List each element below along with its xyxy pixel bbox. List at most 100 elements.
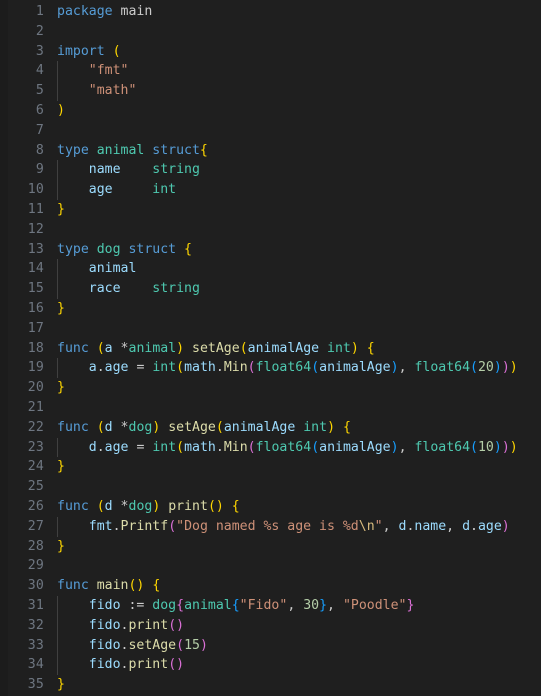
code-line[interactable]: 34 fido.print(): [0, 655, 541, 676]
code-line[interactable]: 8 type animal struct{: [0, 141, 541, 161]
code-line-content: func (d *dog) print() {: [57, 497, 240, 517]
code-token: age: [104, 360, 129, 376]
line-number: 22: [27, 419, 44, 435]
code-line[interactable]: 10 age int: [0, 180, 541, 200]
code-line[interactable]: 7: [0, 121, 541, 141]
code-editor[interactable]: 1 package main 2 3 import (4 "fmt" 5 "math" 6)…: [0, 0, 541, 696]
code-line-content: }: [57, 675, 65, 695]
code-token: print: [128, 657, 169, 673]
line-number: 16: [27, 300, 44, 316]
code-line-content: d.age = int(math.Min(float64(animalAge),…: [57, 438, 518, 458]
code-line-content: animal: [57, 259, 137, 279]
code-line[interactable]: 21: [0, 398, 541, 418]
code-line[interactable]: 15 race string: [0, 279, 541, 299]
code-line[interactable]: 20}: [0, 378, 541, 398]
code-token: .: [96, 439, 105, 455]
code-token: \n: [358, 518, 375, 534]
code-token: (: [96, 498, 105, 514]
code-line[interactable]: 4 "fmt": [0, 61, 541, 82]
code-line[interactable]: 17: [0, 319, 541, 339]
code-token: (: [215, 419, 224, 435]
code-line[interactable]: 6): [0, 101, 541, 121]
code-token: print: [128, 617, 169, 633]
code-line[interactable]: 24}: [0, 457, 541, 477]
line-number: 10: [27, 182, 44, 198]
code-token: ): [501, 439, 510, 455]
code-line[interactable]: 32 fido.print(): [0, 615, 541, 636]
code-line[interactable]: 5 "math": [0, 81, 541, 101]
code-token: }: [57, 380, 65, 396]
code-line[interactable]: 27 fmt.Printf("Dog named %s age is %d\n"…: [0, 516, 541, 537]
code-line[interactable]: 25: [0, 477, 541, 497]
code-token: ,: [382, 518, 399, 534]
code-line[interactable]: 2: [0, 22, 541, 42]
line-number: 1: [35, 4, 44, 19]
code-token: int: [152, 182, 177, 198]
code-line[interactable]: 9 name string: [0, 160, 541, 181]
code-token: }: [406, 597, 415, 613]
code-token: ,: [398, 360, 415, 376]
code-token: fido: [88, 657, 121, 673]
code-token: age: [88, 182, 113, 198]
code-token: "Dog named %s age is %d: [176, 518, 359, 534]
code-token: int: [327, 340, 351, 356]
code-line[interactable]: 35}: [0, 675, 541, 695]
code-token: int: [152, 439, 177, 455]
code-line[interactable]: 18 func (a *animal) setAge(animalAge int)…: [0, 339, 541, 359]
code-line-content: fido.setAge(15): [57, 636, 208, 656]
line-number: 9: [35, 162, 44, 178]
code-line[interactable]: 11}: [0, 200, 541, 220]
code-token: main: [120, 4, 153, 19]
code-line[interactable]: 22 func (d *dog) setAge(animalAge int) {: [0, 418, 541, 438]
line-number: 3: [35, 43, 44, 59]
code-token: ): [199, 637, 208, 653]
code-token: setAge: [192, 340, 240, 356]
line-number: 29: [27, 558, 44, 574]
code-line-content: ): [57, 101, 65, 121]
line-number: 8: [35, 142, 44, 158]
code-line[interactable]: 19 a.age = int(math.Min(float64(animalAg…: [0, 358, 541, 379]
line-number: 33: [27, 637, 44, 653]
code-line-content: import (: [57, 42, 121, 62]
code-line-content: fmt.Printf("Dog named %s age is %d\n", d…: [57, 517, 510, 537]
code-token: a: [104, 340, 121, 356]
code-token: "math": [88, 83, 137, 99]
code-line[interactable]: 13 type dog struct {: [0, 240, 541, 260]
code-line[interactable]: 14 animal: [0, 259, 541, 280]
code-token: ): [57, 102, 65, 118]
code-token: {: [231, 597, 240, 613]
code-line[interactable]: 16}: [0, 299, 541, 319]
code-token: (: [247, 360, 256, 376]
code-line[interactable]: 28}: [0, 537, 541, 557]
code-line-content: race string: [57, 279, 200, 299]
code-token: (: [96, 419, 105, 435]
code-token: (: [176, 360, 185, 376]
code-line[interactable]: 23 d.age = int(math.Min(float64(animalAg…: [0, 437, 541, 458]
code-line[interactable]: 30 func main() {: [0, 576, 541, 596]
code-line[interactable]: 29: [0, 556, 541, 576]
code-token: {: [176, 597, 185, 613]
code-token: ): [176, 340, 185, 356]
code-token: fmt: [88, 518, 113, 534]
code-line[interactable]: 12: [0, 220, 541, 240]
code-token: func: [57, 419, 97, 435]
code-line[interactable]: 3 import (: [0, 42, 541, 62]
code-token: (: [470, 439, 478, 455]
editor-lines-container: 1 package main 2 3 import (4 "fmt" 5 "math" 6)…: [0, 2, 541, 695]
code-token: type: [57, 142, 97, 158]
code-token: ): [215, 498, 224, 514]
code-token: dog: [96, 241, 129, 257]
code-line-content: fido.print(): [57, 616, 184, 636]
code-line[interactable]: 31 fido := dog{animal{"Fido", 30}, "Pood…: [0, 595, 541, 616]
code-line[interactable]: 26 func (d *dog) print() {: [0, 497, 541, 517]
code-line[interactable]: 33 fido.setAge(15): [0, 635, 541, 656]
code-token: (: [168, 518, 177, 534]
code-line[interactable]: 1 package main: [0, 2, 541, 22]
